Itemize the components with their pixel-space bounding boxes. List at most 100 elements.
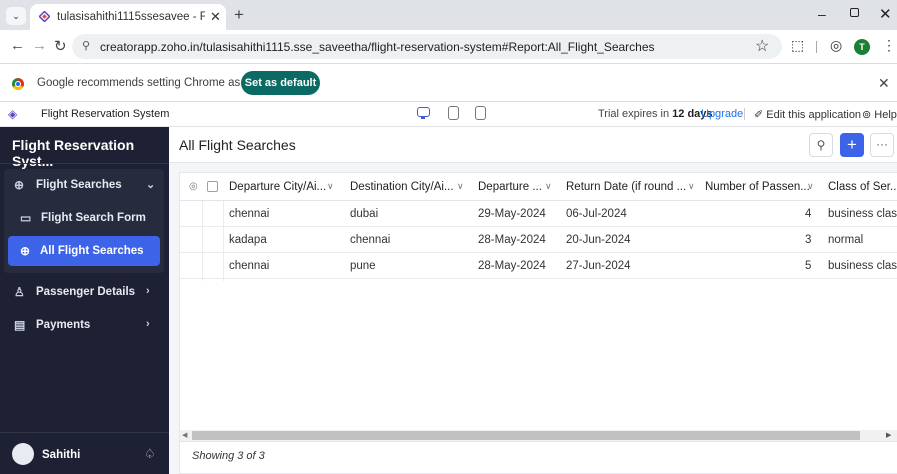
sidebar-divider <box>0 163 169 164</box>
reload-icon[interactable]: ↻ <box>54 37 67 55</box>
site-info-icon[interactable]: ⚲ <box>82 39 90 52</box>
search-button[interactable]: ⚲ <box>809 133 833 157</box>
eye-icon[interactable]: ◎ <box>189 181 198 192</box>
address-bar[interactable]: ⚲ creatorapp.zoho.in/tulasisahithi1115.s… <box>72 34 782 59</box>
tab-close-icon[interactable]: ✕ <box>210 9 221 25</box>
chevron-right-icon: › <box>146 318 150 330</box>
cell-class-of-service: normal <box>828 234 864 246</box>
window-minimize-icon[interactable]: – <box>818 6 826 22</box>
app-name: Flight Reservation System <box>41 108 170 120</box>
chevron-down-icon: ⌄ <box>146 179 156 191</box>
browser-toolbar: ← → ↻ ⚲ creatorapp.zoho.in/tulasisahithi… <box>0 30 897 63</box>
browser-menu-kebab-icon[interactable]: ⋮ <box>882 37 896 54</box>
new-tab-icon[interactable]: + <box>234 5 244 25</box>
cell-departure-city: chennai <box>229 260 270 272</box>
phone-preview-icon[interactable] <box>475 106 486 120</box>
performance-gauge-icon[interactable]: ◎ <box>830 37 842 54</box>
cell-departure-date: 28-May-2024 <box>478 260 546 272</box>
sidebar-item-label: Payments <box>36 319 91 331</box>
browser-tab-bar: ⌄ tulasisahithi1115ssesavee - Flig ✕ + –… <box>0 0 897 30</box>
forward-arrow-icon[interactable]: → <box>32 37 47 54</box>
people-icon: ♙ <box>14 285 25 299</box>
infobar-close-icon[interactable]: ✕ <box>878 75 890 92</box>
set-as-default-button[interactable]: Set as default <box>241 71 320 95</box>
table-header: ◎ Departure City/Ai... ∨ Destination Cit… <box>180 173 897 201</box>
notification-bell-icon[interactable]: ♤ <box>144 446 156 462</box>
table-row[interactable]: chennai pune 28-May-2024 27-Jun-2024 5 b… <box>180 253 897 279</box>
sidebar-item-all-flight-searches[interactable]: ⊕ All Flight Searches <box>8 236 160 266</box>
sidebar-item-payments[interactable]: ▤ Payments › <box>0 310 169 340</box>
horizontal-scrollbar[interactable]: ◀ ▶ <box>180 430 897 441</box>
scroll-left-icon[interactable]: ◀ <box>182 431 187 439</box>
column-header-destination-city[interactable]: Destination City/Ai... <box>350 181 454 193</box>
user-name[interactable]: Sahithi <box>42 449 80 461</box>
report-area: All Flight Searches ⚲ + ··· ◎ Departure … <box>169 127 897 474</box>
column-header-departure-city[interactable]: Departure City/Ai... <box>229 181 326 193</box>
extensions-puzzle-icon[interactable]: ⬚ <box>791 37 804 54</box>
cell-departure-date: 29-May-2024 <box>478 208 546 220</box>
toolbar-divider <box>816 41 817 53</box>
sidebar-app-title: Flight Reservation Syst... <box>12 137 135 169</box>
tab-search-chevron-icon[interactable]: ⌄ <box>6 7 26 25</box>
chevron-down-icon[interactable]: ∨ <box>688 181 695 192</box>
profile-avatar[interactable]: T <box>854 39 870 55</box>
cell-return-date: 20-Jun-2024 <box>566 234 631 246</box>
cell-destination-city: chennai <box>350 234 391 246</box>
chevron-right-icon: › <box>146 285 150 297</box>
desktop-preview-icon[interactable] <box>417 107 430 119</box>
receipt-icon: ▤ <box>14 318 26 332</box>
more-options-button[interactable]: ··· <box>870 133 894 157</box>
avatar[interactable] <box>12 443 34 465</box>
sidebar-item-label: Flight Searches <box>36 179 122 191</box>
default-browser-infobar: Google recommends setting Chrome as defa… <box>0 63 897 102</box>
cell-departure-date: 28-May-2024 <box>478 234 546 246</box>
back-arrow-icon[interactable]: ← <box>10 37 25 54</box>
chevron-down-icon[interactable]: ∨ <box>457 181 464 192</box>
table-row[interactable]: kadapa chennai 28-May-2024 20-Jun-2024 3… <box>180 227 897 253</box>
cell-return-date: 06-Jul-2024 <box>566 208 627 220</box>
help-link[interactable]: ⊚ Help <box>862 108 897 121</box>
form-icon: ▭ <box>20 211 32 225</box>
edit-application-link[interactable]: ✐ Edit this application <box>754 108 861 121</box>
page-title: All Flight Searches <box>179 137 296 153</box>
tablet-preview-icon[interactable] <box>448 106 459 120</box>
trial-notice: Trial expires in 12 days <box>598 108 713 120</box>
sidebar-item-flight-searches[interactable]: ⊕ Flight Searches ⌄ <box>0 170 169 200</box>
cell-class-of-service: business class <box>828 260 897 272</box>
cell-destination-city: dubai <box>350 208 379 220</box>
sidebar-item-label: Passenger Details <box>36 286 136 298</box>
url-text[interactable]: creatorapp.zoho.in/tulasisahithi1115.sse… <box>100 40 655 54</box>
sidebar-bottom-divider <box>0 432 169 433</box>
upgrade-link[interactable]: Upgrade <box>701 108 743 120</box>
report-header: All Flight Searches ⚲ + ··· <box>169 127 897 163</box>
bookmark-star-icon[interactable]: ☆ <box>755 36 769 56</box>
sidebar-item-label: All Flight Searches <box>40 245 144 257</box>
zoho-app-logo-icon[interactable]: ◈ <box>8 107 17 121</box>
column-header-class-of-service[interactable]: Class of Ser... <box>828 181 897 193</box>
cell-passengers: 3 <box>805 234 812 246</box>
scroll-right-icon[interactable]: ▶ <box>886 431 891 439</box>
chrome-logo-icon <box>12 78 24 90</box>
cell-passengers: 5 <box>805 260 812 272</box>
sidebar-item-flight-search-form[interactable]: ▭ Flight Search Form <box>0 203 169 233</box>
add-record-button[interactable]: + <box>840 133 864 157</box>
cell-passengers: 4 <box>805 208 812 220</box>
table-row[interactable]: chennai dubai 29-May-2024 06-Jul-2024 4 … <box>180 201 897 227</box>
cell-return-date: 27-Jun-2024 <box>566 260 631 272</box>
column-header-departure-date[interactable]: Departure ... <box>478 181 542 193</box>
window-restore-icon[interactable] <box>850 8 859 17</box>
window-close-icon[interactable]: ✕ <box>879 5 892 23</box>
chevron-down-icon[interactable]: ∨ <box>807 181 814 192</box>
app-header: ◈ Flight Reservation System Trial expire… <box>0 102 897 127</box>
scrollbar-thumb[interactable] <box>192 431 860 440</box>
sidebar-item-passenger-details[interactable]: ♙ Passenger Details › <box>0 277 169 307</box>
column-header-return-date[interactable]: Return Date (if round ... <box>566 181 686 193</box>
cell-departure-city: kadapa <box>229 234 267 246</box>
chevron-down-icon[interactable]: ∨ <box>545 181 552 192</box>
cell-destination-city: pune <box>350 260 376 272</box>
cell-departure-city: chennai <box>229 208 270 220</box>
select-all-checkbox[interactable] <box>207 181 218 192</box>
browser-tab[interactable]: tulasisahithi1115ssesavee - Flig ✕ <box>30 4 226 30</box>
column-header-number-of-passengers[interactable]: Number of Passen... <box>705 181 810 193</box>
chevron-down-icon[interactable]: ∨ <box>327 181 334 192</box>
